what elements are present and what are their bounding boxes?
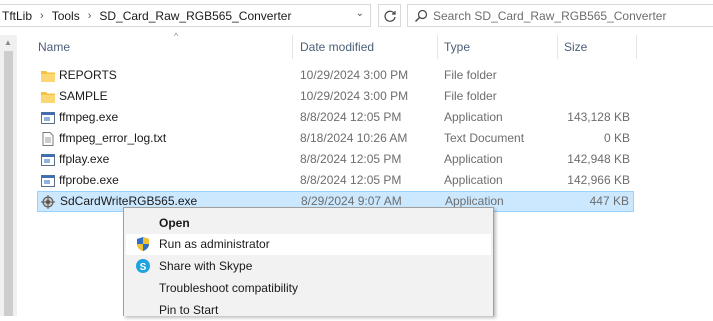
address-bar-row: TftLib › Tools › SD_Card_Raw_RGB565_Conv… [0, 0, 713, 33]
folder-icon [41, 71, 55, 82]
file-row-ffmpeg-error-log[interactable]: ffmpeg_error_log.txt 8/18/2024 10:26 AM … [37, 128, 634, 149]
menu-item-label: Run as administrator [159, 237, 270, 251]
scroll-up-arrow-icon[interactable]: ▲ [4, 38, 12, 47]
file-size: 447 KB [589, 194, 629, 208]
file-date: 8/8/2024 12:05 PM [300, 152, 402, 166]
menu-item-label: Open [159, 216, 190, 230]
uac-shield-icon [137, 237, 149, 251]
search-box[interactable]: Search SD_Card_Raw_RGB565_Converter [407, 4, 713, 27]
file-row-sample[interactable]: SAMPLE 10/29/2024 3:00 PM File folder [37, 86, 634, 107]
context-menu: Open Run as administrator S Share with S… [123, 207, 494, 317]
file-size: 143,128 KB [567, 110, 630, 124]
folder-icon [41, 92, 55, 103]
application-icon [41, 175, 55, 187]
application-icon [41, 154, 55, 166]
application-icon [41, 112, 55, 124]
chevron-right-icon[interactable]: › [36, 10, 48, 22]
column-divider[interactable] [636, 35, 637, 59]
file-name: ffmpeg_error_log.txt [59, 131, 167, 145]
svg-text:S: S [140, 262, 147, 273]
file-size: 142,948 KB [567, 152, 630, 166]
file-name: SdCardWriteRGB565.exe [60, 194, 198, 208]
column-header-size[interactable]: Size [564, 40, 587, 54]
menu-item-run-as-administrator[interactable]: Run as administrator [126, 234, 491, 255]
sort-ascending-icon: ^ [174, 31, 179, 41]
column-divider[interactable] [437, 35, 438, 59]
refresh-button[interactable] [378, 4, 401, 27]
search-input[interactable]: Search SD_Card_Raw_RGB565_Converter [433, 9, 666, 23]
refresh-icon [384, 10, 396, 22]
file-date: 8/29/2024 9:07 AM [301, 194, 402, 208]
file-row-ffprobe[interactable]: ffprobe.exe 8/8/2024 12:05 PM Applicatio… [37, 170, 634, 191]
address-bar[interactable]: TftLib › Tools › SD_Card_Raw_RGB565_Conv… [0, 4, 371, 27]
file-type: Text Document [444, 131, 525, 145]
file-name: ffmpeg.exe [59, 110, 119, 124]
menu-item-troubleshoot-compatibility[interactable]: Troubleshoot compatibility [126, 278, 491, 299]
navigation-pane-scrollbar[interactable]: ▲ [0, 35, 17, 316]
scrollbar-thumb[interactable] [4, 51, 13, 316]
file-date: 10/29/2024 3:00 PM [300, 89, 409, 103]
menu-item-share-with-skype[interactable]: S Share with Skype [126, 256, 491, 277]
file-type: Application [444, 152, 503, 166]
breadcrumb-tools[interactable]: Tools [48, 9, 84, 23]
file-type: Application [444, 110, 503, 124]
file-type: Application [445, 194, 504, 208]
column-divider[interactable] [557, 35, 558, 59]
file-name: REPORTS [59, 68, 117, 82]
menu-item-pin-to-start[interactable]: Pin to Start [126, 300, 491, 321]
column-header-row: ^ Name Date modified Type Size [17, 31, 713, 59]
file-name: SAMPLE [59, 89, 108, 103]
column-header-name[interactable]: Name [38, 40, 70, 54]
chevron-right-icon[interactable]: › [84, 10, 96, 22]
chevron-down-icon[interactable]: ⌄ [356, 8, 364, 19]
file-row-reports[interactable]: REPORTS 10/29/2024 3:00 PM File folder [37, 65, 634, 86]
program-icon [41, 195, 55, 209]
file-date: 8/8/2024 12:05 PM [300, 173, 402, 187]
file-name: ffprobe.exe [59, 173, 119, 187]
file-type: File folder [444, 68, 497, 82]
file-row-ffplay[interactable]: ffplay.exe 8/8/2024 12:05 PM Application… [37, 149, 634, 170]
file-type: Application [444, 173, 503, 187]
menu-item-open[interactable]: Open [126, 213, 491, 234]
file-size: 0 KB [603, 131, 630, 145]
menu-item-label: Pin to Start [159, 303, 219, 317]
column-header-type[interactable]: Type [444, 40, 470, 54]
skype-icon: S [136, 259, 150, 273]
search-icon [411, 6, 431, 26]
breadcrumb-current-folder[interactable]: SD_Card_Raw_RGB565_Converter [95, 9, 295, 23]
file-type: File folder [444, 89, 497, 103]
file-date: 10/29/2024 3:00 PM [300, 68, 409, 82]
menu-item-label: Share with Skype [159, 259, 253, 273]
file-date: 8/8/2024 12:05 PM [300, 110, 402, 124]
file-date: 8/18/2024 10:26 AM [300, 131, 408, 145]
file-size: 142,966 KB [567, 173, 630, 187]
column-header-date-modified[interactable]: Date modified [300, 40, 374, 54]
column-divider[interactable] [292, 35, 293, 59]
menu-item-label: Troubleshoot compatibility [159, 281, 298, 295]
file-name: ffplay.exe [59, 152, 110, 166]
text-file-icon [42, 132, 54, 146]
breadcrumb-tftlib[interactable]: TftLib [0, 9, 36, 23]
file-row-ffmpeg[interactable]: ffmpeg.exe 8/8/2024 12:05 PM Application… [37, 107, 634, 128]
